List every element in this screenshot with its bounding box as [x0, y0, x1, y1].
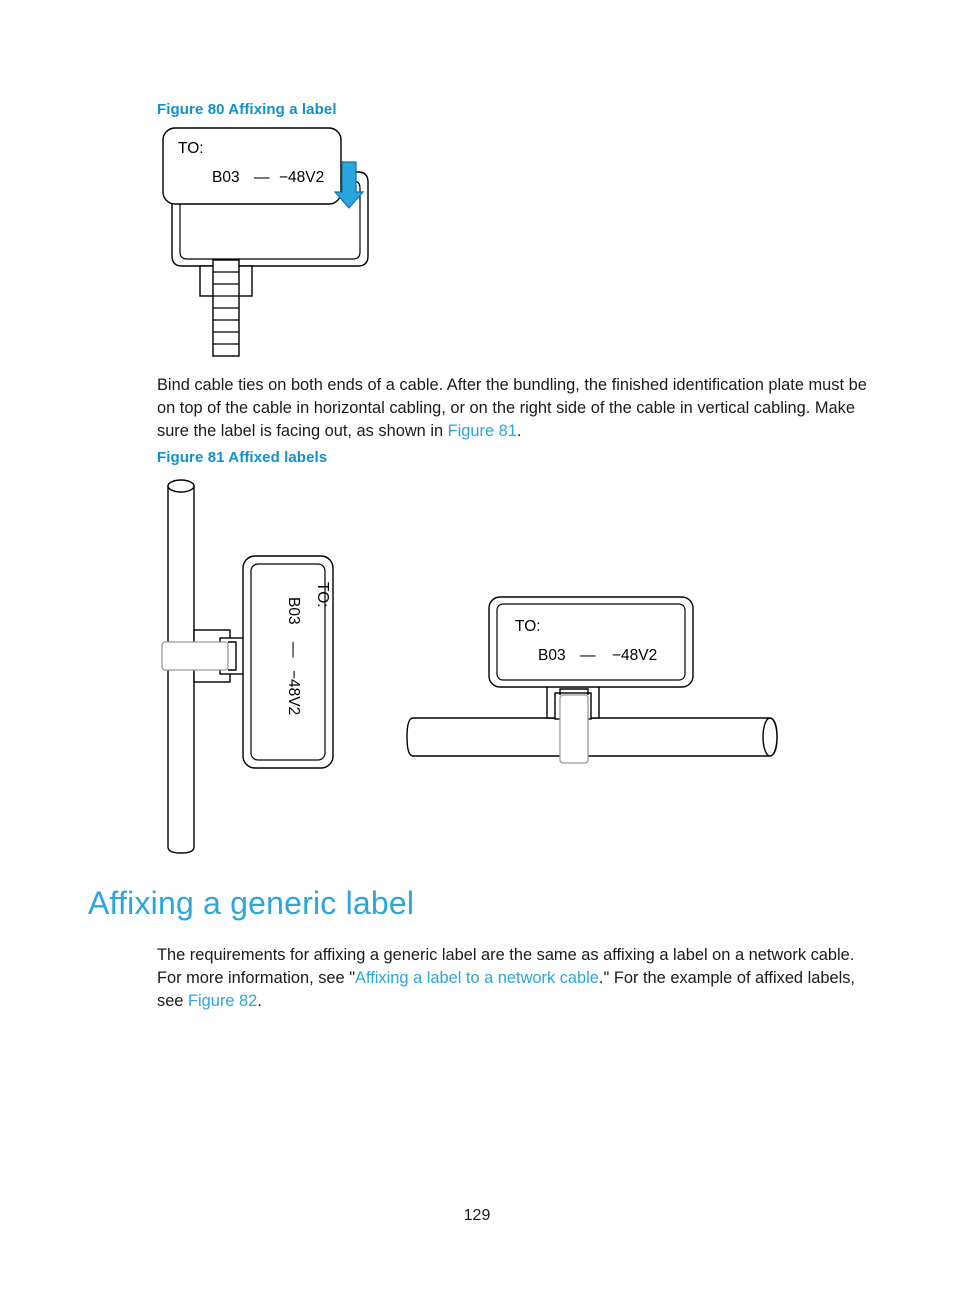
figure-81-vertical-label-line2-right: −48V2: [285, 670, 302, 715]
horizontal-cable: [406, 717, 778, 757]
figure-81-vertical-label-line1: TO:: [314, 582, 331, 608]
figure-81-vertical-cable-diagram: TO: B03 — −48V2: [158, 472, 358, 857]
figure-81-vertical-label-line2-dash: —: [285, 642, 302, 658]
label-face: TO: B03 — −48V2: [162, 127, 342, 205]
cable-tie: [199, 259, 253, 357]
paragraph-bind-cable-ties: Bind cable ties on both ends of a cable.…: [157, 374, 869, 444]
link-figure-82[interactable]: Figure 82: [188, 992, 257, 1010]
paragraph1-part2: .: [516, 422, 522, 441]
figure-81-horizontal-label-line1: TO:: [515, 618, 541, 635]
vertical-label-face: TO: B03 — −48V2: [242, 555, 334, 769]
figure-80-label-line2-left: B03: [212, 169, 240, 186]
link-figure-81[interactable]: Figure 81: [448, 422, 517, 440]
figure-80-label-line1: TO:: [178, 140, 204, 157]
figure-81-horizontal-label-line2-left: B03: [538, 647, 566, 664]
figure-81-horizontal-label-line2-dash: —: [580, 647, 596, 664]
figure-80-diagram: TO: B03 — −48V2: [160, 126, 410, 357]
figure-80-caption: Figure 80 Affixing a label: [157, 101, 337, 118]
horizontal-label-face: TO: B03 — −48V2: [488, 596, 694, 688]
figure-81-horizontal-label-line2-right: −48V2: [612, 647, 657, 664]
page-title: Affixing a generic label: [88, 885, 415, 921]
paragraph2-part3: .: [257, 992, 262, 1011]
paragraph-generic-label: The requirements for affixing a generic …: [157, 944, 869, 1014]
figure-80-label-line2-dash: —: [254, 169, 270, 186]
document-page: Figure 80 Affixing a label TO: B03 — −48…: [0, 0, 954, 1296]
link-affixing-label-network-cable[interactable]: Affixing a label to a network cable: [355, 969, 599, 987]
figure-81-vertical-label-line2-left: B03: [285, 597, 302, 625]
figure-81-caption: Figure 81 Affixed labels: [157, 449, 328, 466]
page-number: 129: [463, 1207, 491, 1224]
figure-80-label-line2-right: −48V2: [279, 169, 324, 186]
figure-81-horizontal-cable-diagram: TO: B03 — −48V2: [405, 585, 795, 780]
